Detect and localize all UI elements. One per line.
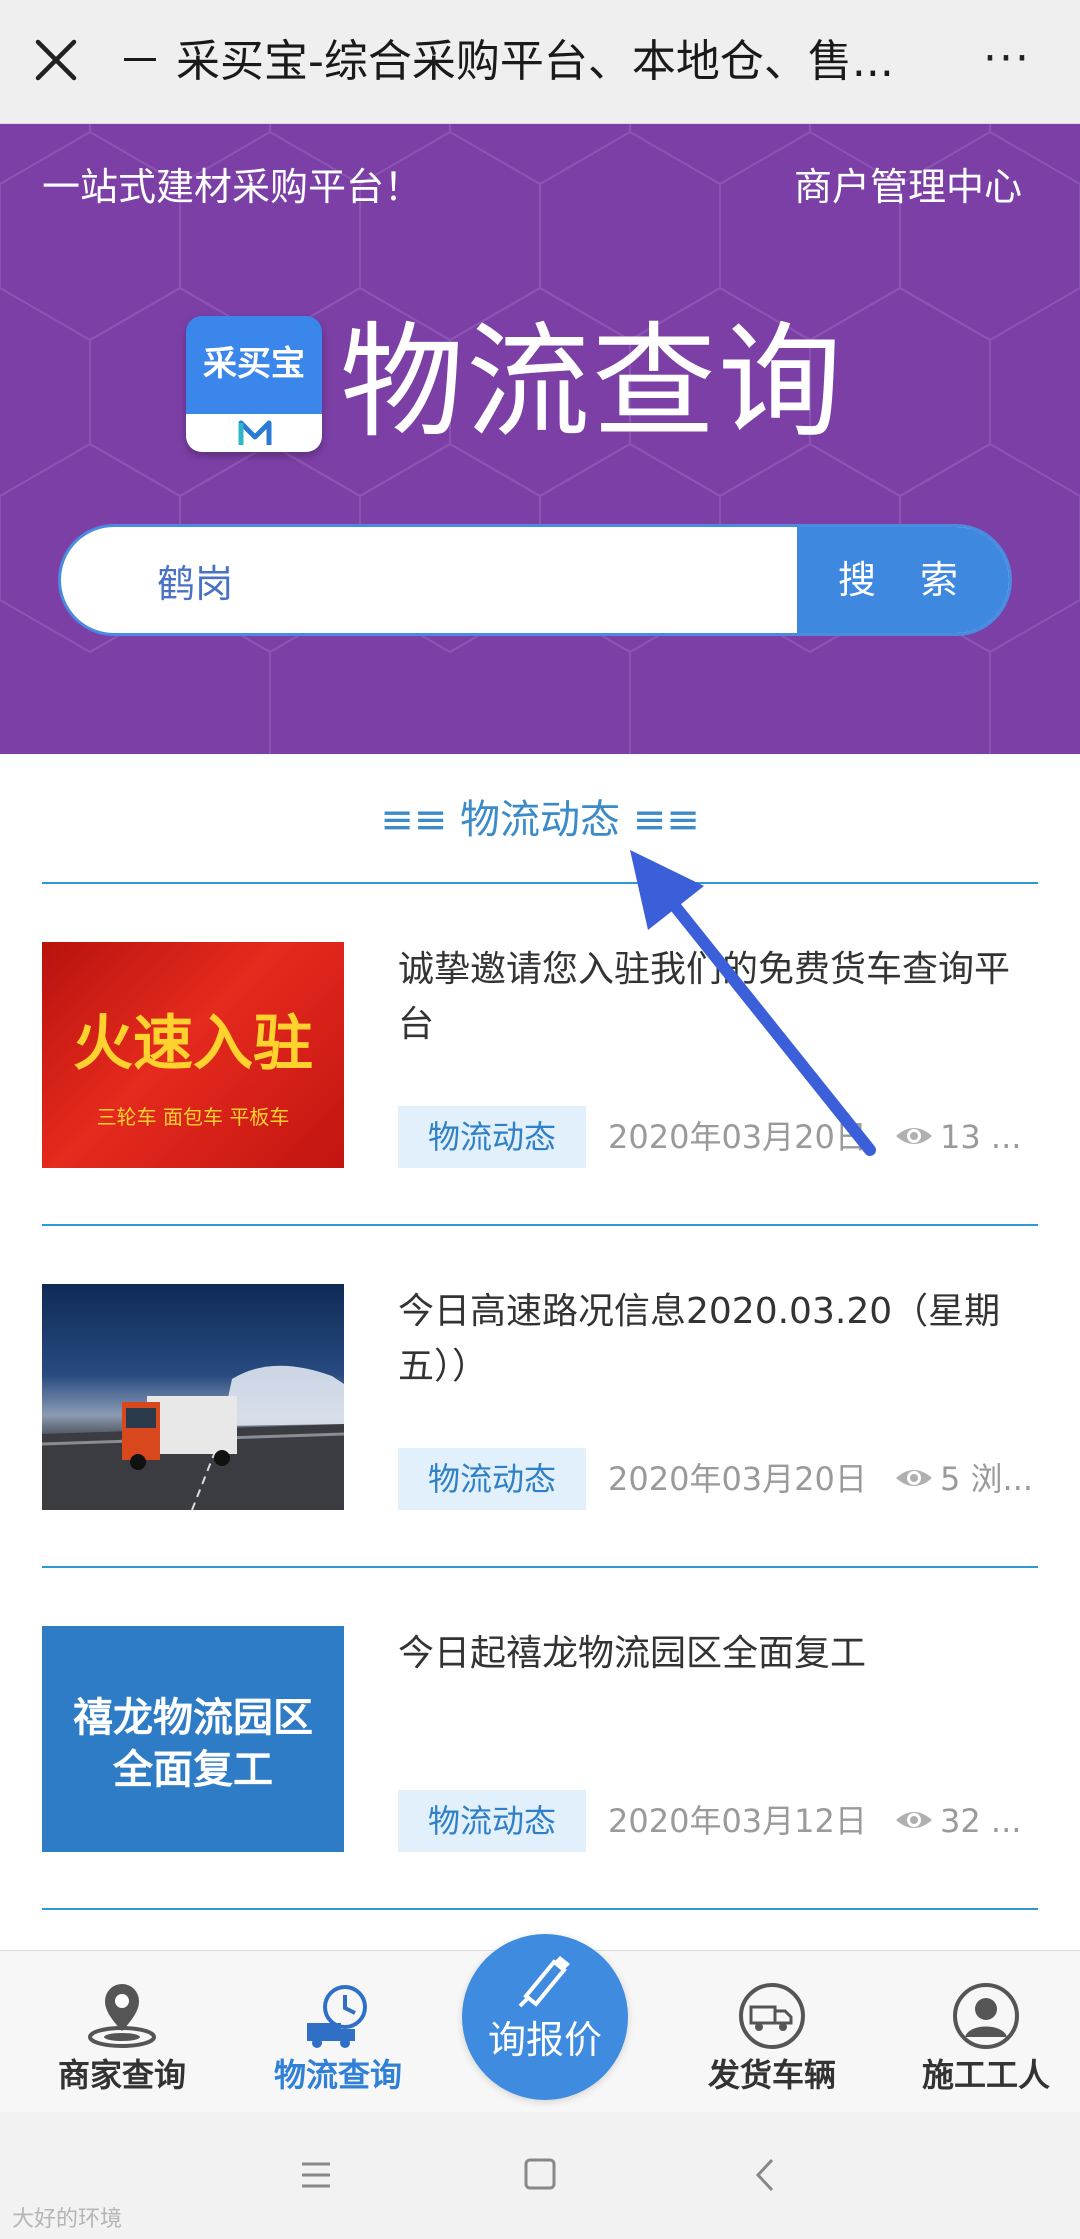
home-icon[interactable]: [510, 2150, 570, 2200]
news-title[interactable]: 诚挚邀请您入驻我们的免费货车查询平台: [398, 942, 1038, 1052]
thumbnail-line-1: 禧龙物流园区: [73, 1695, 313, 1741]
delivery-clock-icon: [307, 1985, 367, 2048]
section-title: ≡≡ 物流动态 ≡≡: [380, 797, 700, 843]
item-divider: [42, 1908, 1038, 1910]
eye-icon: [896, 1128, 932, 1144]
merchant-location-icon: [88, 1984, 156, 2048]
news-title[interactable]: 今日高速路况信息2020.03.20（星期五））: [398, 1284, 1038, 1394]
news-view-count: 13 ...: [940, 1118, 1022, 1156]
news-title[interactable]: 今日起禧龙物流园区全面复工: [398, 1626, 1038, 1681]
search-bar: 搜 索: [58, 524, 1012, 636]
worker-icon: [953, 1983, 1019, 2049]
nav-merchant-search[interactable]: 商家查询: [32, 1951, 212, 2113]
request-quote-label: 询报价: [487, 2018, 602, 2062]
search-input[interactable]: [61, 527, 797, 633]
thumbnail-headline: 禧龙物流园区 全面复工: [42, 1692, 344, 1796]
news-category-tag: 物流动态: [398, 1106, 586, 1168]
nav-label: 发货车辆: [707, 2056, 836, 2094]
nav-label: 物流查询: [273, 2056, 402, 2094]
thumbnail-headline: 火速入驻: [73, 1009, 313, 1079]
logistics-news-header: ≡≡ 物流动态 ≡≡: [0, 754, 1080, 884]
app-logo: 采买宝: [186, 316, 322, 452]
hero-banner: 一站式建材采购平台！ 商户管理中心 采买宝 物流查询 搜 索: [0, 124, 1080, 754]
news-category-tag: 物流动态: [398, 1448, 586, 1510]
platform-slogan: 一站式建材采购平台！: [42, 165, 423, 209]
page-title: － 采买宝-综合采购平台、本地仓、售...: [118, 36, 894, 87]
nav-label: 商家查询: [57, 2056, 186, 2094]
news-item[interactable]: 今日高速路况信息2020.03.20（星期五）） 物流动态 2020年03月20…: [0, 1226, 1080, 1568]
news-item[interactable]: 火速入驻 三轮车 面包车 平板车 诚挚邀请您入驻我们的免费货车查询平台 物流动态…: [0, 884, 1080, 1226]
news-thumbnail[interactable]: [42, 1284, 344, 1510]
browser-title-bar: － 采买宝-综合采购平台、本地仓、售... ···: [0, 0, 1080, 124]
thumbnail-subtext: 三轮车 面包车 平板车: [96, 1105, 290, 1129]
news-category-tag: 物流动态: [398, 1790, 586, 1852]
truck-icon: [739, 1983, 805, 2049]
eye-icon: [896, 1812, 932, 1828]
news-date: 2020年03月20日: [608, 1118, 867, 1156]
nav-construction-workers[interactable]: 施工工人: [896, 1951, 1076, 2113]
eye-icon: [896, 1470, 932, 1486]
pen-icon: [518, 1956, 570, 2008]
hero-title: 物流查询: [340, 311, 845, 455]
news-view-count: 5 浏...: [940, 1460, 1034, 1498]
more-menu-icon[interactable]: ···: [972, 34, 1042, 90]
close-icon[interactable]: [28, 32, 84, 88]
highway-truck-image: [42, 1365, 344, 1510]
nav-delivery-vehicles[interactable]: 发货车辆: [682, 1951, 862, 2113]
news-date: 2020年03月20日: [608, 1460, 867, 1498]
menu-icon[interactable]: [286, 2150, 346, 2200]
request-quote-button[interactable]: 询报价: [462, 1934, 628, 2100]
search-button[interactable]: 搜 索: [797, 527, 1009, 633]
news-thumbnail[interactable]: 火速入驻 三轮车 面包车 平板车: [42, 942, 344, 1168]
news-item[interactable]: 禧龙物流园区 全面复工 今日起禧龙物流园区全面复工 物流动态 2020年03月1…: [0, 1568, 1080, 1910]
nav-logistics-search[interactable]: 物流查询: [248, 1951, 428, 2113]
merchant-center-link[interactable]: 商户管理中心: [794, 162, 1022, 212]
system-navigation-bar: [0, 2112, 1080, 2239]
back-icon[interactable]: [736, 2150, 796, 2200]
news-view-count: 32 ...: [940, 1802, 1022, 1840]
app-logo-text: 采买宝: [203, 344, 305, 384]
nav-label: 施工工人: [921, 2056, 1050, 2094]
watermark-text: 大好的环境: [12, 2207, 123, 2232]
thumbnail-line-2: 全面复工: [113, 1747, 273, 1793]
news-date: 2020年03月12日: [608, 1802, 867, 1840]
logo-m-icon: [238, 420, 272, 445]
news-thumbnail[interactable]: 禧龙物流园区 全面复工: [42, 1626, 344, 1852]
